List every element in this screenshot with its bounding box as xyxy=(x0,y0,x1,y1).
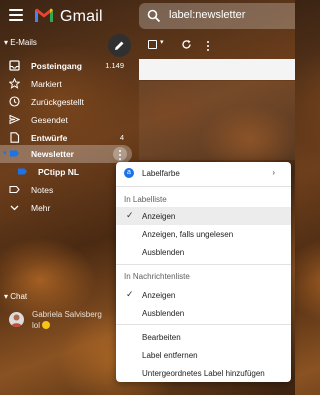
sidebar-item-notes[interactable]: Notes xyxy=(0,181,132,199)
menu-item-label: Untergeordnetes Label hinzufügen xyxy=(142,369,265,378)
remove-label-item[interactable]: Label entfernen xyxy=(116,346,291,364)
label-icon xyxy=(18,168,27,175)
menu-item-label: Bearbeiten xyxy=(142,333,181,342)
menu-item-label: Labelfarbe xyxy=(142,169,180,178)
label-list-show-if-unread[interactable]: Anzeigen, falls ungelesen xyxy=(116,225,291,243)
label-context-menu: a Labelfarbe › In Labelliste ✓ Anzeigen … xyxy=(116,162,291,382)
collapse-arrow-icon: ▾ xyxy=(4,292,9,301)
chat-contact-name[interactable]: Gabriela Salvisberg xyxy=(32,310,102,319)
chevron-down-icon[interactable]: ▾ xyxy=(160,38,164,46)
search-query: label:newsletter xyxy=(169,9,246,21)
sidebar-item-label: Gesendet xyxy=(31,115,68,125)
sidebar-item-label: Posteingang xyxy=(31,61,83,71)
label-icon xyxy=(10,150,19,157)
label-options-button[interactable] xyxy=(113,147,127,161)
message-list-show[interactable]: ✓ Anzeigen xyxy=(116,286,291,304)
label-list-show[interactable]: ✓ Anzeigen xyxy=(116,207,291,225)
menu-section-header: In Labelliste xyxy=(124,195,167,204)
label-list-hide[interactable]: Ausblenden xyxy=(116,243,291,261)
check-icon: ✓ xyxy=(126,210,134,220)
sidebar-item-label: Notes xyxy=(31,185,54,195)
chevron-down-icon xyxy=(10,205,19,211)
sidebar-item-label: Zurückgestellt xyxy=(31,97,84,107)
person-icon xyxy=(11,314,22,327)
sidebar-item-label: Newsletter xyxy=(31,149,74,159)
sidebar-item-label: PCtipp NL xyxy=(38,167,80,177)
smiley-icon xyxy=(42,321,51,329)
menu-section-header: In Nachrichtenliste xyxy=(124,272,190,281)
sidebar-item-starred[interactable]: Markiert xyxy=(0,75,132,93)
label-color-item[interactable]: a Labelfarbe › xyxy=(116,164,291,182)
menu-item-label: Anzeigen xyxy=(142,212,176,221)
menu-item-label: Anzeigen xyxy=(142,291,176,300)
sidebar-item-more[interactable]: Mehr xyxy=(0,199,132,217)
chat-section-header[interactable]: ▾ Chat xyxy=(4,292,27,301)
inbox-icon xyxy=(9,60,20,71)
refresh-icon[interactable] xyxy=(181,39,192,50)
compose-button[interactable] xyxy=(108,34,131,57)
menu-divider xyxy=(116,186,291,187)
message-list-row[interactable] xyxy=(139,59,295,80)
menu-item-label: Anzeigen, falls ungelesen xyxy=(142,230,234,239)
chat-section-label: Chat xyxy=(10,292,28,301)
chevron-right-icon: › xyxy=(272,168,275,177)
sidebar-item-pctipp-nl[interactable]: PCtipp NL xyxy=(0,163,132,181)
star-icon xyxy=(9,78,20,89)
menu-divider xyxy=(116,264,291,265)
message-list-area xyxy=(139,81,295,160)
chat-status-text: lol xyxy=(32,321,41,330)
check-icon: ✓ xyxy=(126,289,134,299)
mail-section-label: E-Mails xyxy=(10,38,37,47)
search-input[interactable]: label:newsletter xyxy=(139,3,295,29)
top-bar: Gmail label:newsletter xyxy=(0,0,295,32)
app-name: Gmail xyxy=(60,8,103,25)
avatar[interactable] xyxy=(9,312,24,327)
pencil-icon xyxy=(115,41,124,50)
select-all-checkbox[interactable] xyxy=(148,40,157,49)
message-list-hide[interactable]: Ausblenden xyxy=(116,304,291,322)
unread-count: 1.149 xyxy=(105,61,124,70)
message-toolbar: ▾ xyxy=(139,36,295,54)
sidebar-item-inbox[interactable]: Posteingang 1.149 xyxy=(0,57,132,75)
menu-item-label: Ausblenden xyxy=(142,309,185,318)
add-sublabel-item[interactable]: Untergeordnetes Label hinzufügen xyxy=(116,364,291,382)
label-color-icon: a xyxy=(124,168,134,178)
sidebar-item-label: Entwürfe xyxy=(31,133,68,143)
edit-label-item[interactable]: Bearbeiten xyxy=(116,328,291,346)
draft-icon xyxy=(10,132,20,143)
clock-icon xyxy=(9,96,20,107)
main-menu-icon[interactable] xyxy=(9,9,23,21)
chat-contact-status: lol xyxy=(32,321,51,330)
label-icon xyxy=(9,185,20,194)
menu-item-label: Label entfernen xyxy=(142,351,198,360)
draft-count: 4 xyxy=(119,133,124,142)
collapse-arrow-icon: ▾ xyxy=(4,38,9,47)
collapse-arrow-icon[interactable]: ▾ xyxy=(3,149,7,157)
search-icon[interactable] xyxy=(147,9,161,23)
sidebar-item-snoozed[interactable]: Zurückgestellt xyxy=(0,93,132,111)
send-icon xyxy=(9,114,20,125)
mail-section-header[interactable]: ▾ E-Mails xyxy=(4,38,37,47)
more-options-icon[interactable] xyxy=(205,39,211,51)
sidebar-item-sent[interactable]: Gesendet xyxy=(0,111,132,129)
menu-divider xyxy=(116,324,291,325)
gmail-logo-icon[interactable] xyxy=(34,6,54,24)
sidebar-item-label: Mehr xyxy=(31,203,51,213)
sidebar-item-label: Markiert xyxy=(31,79,62,89)
menu-item-label: Ausblenden xyxy=(142,248,185,257)
